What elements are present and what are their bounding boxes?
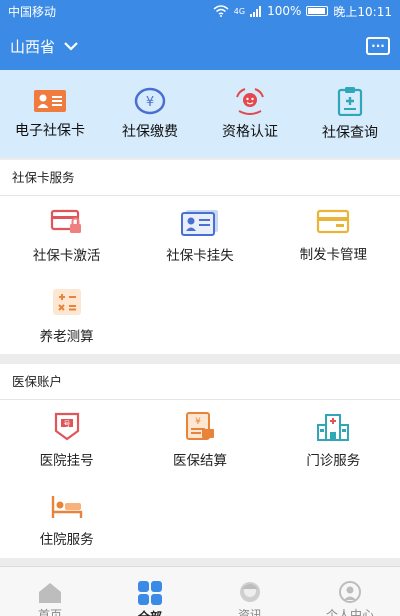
card-report-lost-item[interactable]: 社保卡挂失 [133, 196, 266, 276]
quick-label: 电子社保卡 [15, 123, 85, 139]
quick-query[interactable]: 社保查询 [300, 70, 400, 158]
tab-all[interactable]: 全部 [100, 567, 200, 616]
region-selector[interactable]: 山西省 [10, 36, 366, 57]
card-manage-icon [316, 209, 350, 235]
hospital-icon [316, 411, 350, 441]
card-lock-icon [50, 208, 84, 236]
carrier-label: 中国移动 [8, 4, 57, 19]
tab-profile[interactable]: 个人中心 [300, 567, 400, 616]
registration-icon: 号 [53, 411, 81, 441]
service-label: 社保卡激活 [32, 248, 101, 264]
quick-actions: 电子社保卡 ¥ 社保缴费 资格认证 社保查询 [0, 70, 400, 158]
yuan-icon: ¥ [134, 87, 166, 115]
region-label: 山西省 [10, 37, 56, 56]
inpatient-service-item[interactable]: 住院服务 [0, 480, 133, 560]
grid-icon [136, 581, 164, 605]
app-header: 山西省 [0, 22, 400, 70]
tab-label: 首页 [37, 608, 62, 616]
tab-label: 个人中心 [325, 608, 374, 616]
pension-calc-item[interactable]: 养老测算 [0, 276, 133, 356]
status-bar: 中国移动 4G 100% 晚上10:11 [0, 0, 400, 22]
quick-label: 社保查询 [322, 125, 378, 141]
face-verify-icon [233, 87, 267, 115]
quick-payment[interactable]: ¥ 社保缴费 [100, 70, 200, 158]
service-label: 制发卡管理 [299, 247, 368, 263]
clock: 晚上10:11 [333, 4, 392, 19]
user-icon [336, 581, 364, 603]
tab-label: 资讯 [237, 608, 262, 616]
tab-home[interactable]: 首页 [0, 567, 100, 616]
section-title: 医保账户 [0, 364, 400, 400]
service-label: 养老测算 [39, 329, 94, 345]
svg-text:¥: ¥ [146, 95, 154, 110]
card-activate-item[interactable]: 社保卡激活 [0, 196, 133, 276]
chat-icon[interactable] [366, 37, 390, 55]
battery-percent: 100% [267, 4, 302, 18]
quick-label: 社保缴费 [122, 124, 178, 140]
outpatient-service-item[interactable]: 门诊服务 [267, 400, 400, 480]
calculator-icon [51, 287, 83, 317]
tab-news[interactable]: 资讯 [200, 567, 300, 616]
bed-icon [50, 492, 84, 520]
bottom-tab-bar: 首页 全部 资讯 个人中心 [0, 566, 400, 616]
network-type: 4G [233, 6, 246, 16]
battery-icon [306, 6, 329, 16]
medical-settlement-item[interactable]: ¥ 医保结算 [133, 400, 266, 480]
id-card-icon [33, 88, 67, 114]
home-icon [36, 581, 64, 603]
card-manage-item[interactable]: 制发卡管理 [267, 196, 400, 276]
hospital-registration-item[interactable]: 号 医院挂号 [0, 400, 133, 480]
quick-label: 资格认证 [222, 124, 278, 140]
service-label: 医院挂号 [39, 453, 94, 469]
service-label: 门诊服务 [306, 453, 361, 469]
status-icons: 4G 100% 晚上10:11 [213, 3, 392, 20]
chevron-down-icon [63, 41, 79, 51]
svg-text:¥: ¥ [195, 417, 201, 427]
settlement-icon: ¥ [184, 411, 216, 441]
news-icon [236, 581, 264, 603]
card-services-section: 社保卡服务 社保卡激活 社保卡挂失 制发卡管理 养老测算 [0, 160, 400, 354]
wifi-icon [213, 5, 229, 17]
section-title: 社保卡服务 [0, 160, 400, 196]
signal-icon [250, 5, 262, 17]
medical-account-section: 医保账户 号 医院挂号 ¥ 医保结算 门诊服务 住院服务 [0, 364, 400, 558]
card-report-icon [180, 208, 220, 236]
tab-label: 全部 [138, 608, 162, 616]
quick-e-card[interactable]: 电子社保卡 [0, 70, 100, 158]
service-label: 医保结算 [172, 453, 227, 469]
service-label: 住院服务 [39, 532, 94, 548]
clipboard-icon [336, 86, 364, 116]
service-label: 社保卡挂失 [166, 248, 234, 264]
svg-text:号: 号 [63, 420, 70, 428]
quick-verify[interactable]: 资格认证 [200, 70, 300, 158]
